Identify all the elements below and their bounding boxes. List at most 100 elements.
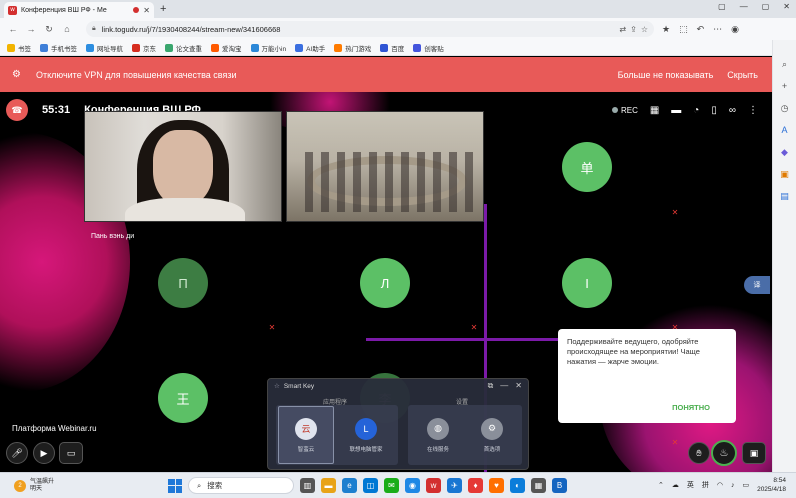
translate-icon[interactable]: ⇄ — [619, 25, 626, 34]
window-controls: ▢ — ▢ ✕ — [718, 2, 790, 11]
leave-call-button[interactable]: ☎ — [6, 99, 28, 121]
extensions-icon[interactable]: ⬚ — [679, 24, 688, 35]
feishu-icon[interactable]: ✈ — [447, 478, 462, 493]
participant-avatar[interactable]: 王 — [158, 373, 208, 423]
browser-logo-icon[interactable]: ◉ — [731, 24, 739, 35]
ime-english[interactable]: 英 — [687, 480, 694, 490]
bookmark-item[interactable]: 手机书签 — [40, 43, 77, 53]
history-icon[interactable]: ◷ — [779, 102, 791, 114]
chat-icon[interactable]: ▬ — [671, 105, 681, 116]
dont-show-again-button[interactable]: Больше не показывать — [618, 70, 714, 80]
file-explorer-icon[interactable]: ▬ — [321, 478, 336, 493]
cloud-sync-icon[interactable]: ☁ — [672, 481, 679, 489]
share-icon[interactable]: ⇪ — [630, 25, 637, 34]
bookmark-item[interactable]: 热门游戏 — [334, 43, 371, 53]
document-icon[interactable]: ▤ — [779, 190, 791, 202]
windows-start-icon[interactable] — [168, 478, 182, 493]
popup-message: Поддерживайте ведущего, одобряйте происх… — [567, 337, 700, 366]
bookmark-item[interactable]: 爱淘宝 — [211, 43, 242, 53]
minimize-button[interactable]: — — [740, 2, 748, 11]
participant-avatar[interactable]: П — [158, 258, 208, 308]
microphone-button[interactable]: 🎤︎ — [6, 442, 28, 464]
app-icon[interactable]: B — [552, 478, 567, 493]
weather-alert-icon: 2 — [14, 479, 26, 492]
bookmark-item[interactable]: AI助手 — [295, 43, 325, 53]
new-tab-button[interactable]: + — [160, 3, 166, 15]
participant-name-label: Пань вэнь ди — [91, 233, 135, 240]
favorites-icon[interactable]: ★ — [662, 24, 670, 35]
participant-video[interactable] — [84, 111, 282, 222]
browser-tab[interactable]: w Конференция ВШ РФ - Ме ✕ — [4, 2, 154, 18]
participant-avatar[interactable]: І — [562, 258, 612, 308]
hide-banner-button[interactable]: Скрыть — [727, 70, 758, 80]
tab-list-icon[interactable]: ▢ — [718, 2, 726, 11]
edge-browser-icon[interactable]: e — [342, 478, 357, 493]
favorite-star-icon[interactable]: ☆ — [641, 25, 648, 34]
app-icon[interactable]: ◐ — [510, 478, 525, 493]
webinar-app-icon[interactable]: w — [426, 478, 441, 493]
app-icon[interactable]: ▦ — [531, 478, 546, 493]
mic-muted-icon: ✕ — [268, 323, 276, 332]
app-icon[interactable]: ♦ — [468, 478, 483, 493]
clock[interactable]: 8:54 2025/4/18 — [757, 476, 786, 494]
meeting-room-video[interactable] — [286, 111, 484, 222]
app-lenovo-manager[interactable]: L 联想电脑管家 — [338, 406, 394, 464]
settings-more-icon[interactable]: ⋯ — [713, 24, 722, 35]
participant-avatar[interactable]: 单 — [562, 142, 612, 192]
refresh-icon[interactable]: ↻ — [42, 24, 56, 35]
maximize-button[interactable]: ▢ — [762, 2, 770, 11]
minimize-icon[interactable]: — — [500, 381, 508, 391]
bookmark-item[interactable]: 万能小in — [250, 43, 286, 53]
url-input[interactable]: 🔒︎ link.togudv.ru/j/7/1930408244/stream-… — [86, 21, 654, 37]
app-zhimanyun[interactable]: 云 智蛮云 — [278, 406, 334, 464]
tab-close-button[interactable]: ✕ — [143, 6, 150, 15]
link-icon[interactable]: ∞ — [729, 105, 736, 116]
participant-avatar[interactable]: Л — [360, 258, 410, 308]
ai-icon[interactable]: A — [779, 124, 791, 136]
bookmark-item[interactable]: 论文查重 — [165, 43, 202, 53]
bookmark-star-icon — [7, 43, 15, 52]
raise-hand-button[interactable]: ✋︎ — [688, 442, 710, 464]
shopping-icon[interactable]: ▣ — [779, 168, 791, 180]
more-vertical-icon[interactable]: ⋮ — [748, 105, 758, 116]
layout-button[interactable]: ▣ — [742, 442, 766, 464]
tray-expand-icon[interactable]: ⌃ — [658, 481, 664, 489]
close-icon[interactable]: ✕ — [515, 381, 522, 391]
taskbar-search-input[interactable]: ⌕ 搜索 — [188, 477, 294, 494]
file-icon[interactable]: ▯ — [711, 105, 717, 116]
translate-badge[interactable]: 译 — [744, 276, 770, 294]
close-window-button[interactable]: ✕ — [783, 2, 790, 11]
undo-icon[interactable]: ↶ — [697, 24, 705, 35]
bookmark-item[interactable]: 创客贴 — [413, 43, 444, 53]
popout-icon[interactable]: ⧉ — [488, 381, 494, 391]
search-icon[interactable]: ⌕ — [779, 58, 791, 70]
battery-icon[interactable]: ▭ — [742, 481, 749, 489]
setting-online-service[interactable]: ◍ 在线服务 — [410, 406, 466, 464]
browser-app-icon[interactable]: ◉ — [405, 478, 420, 493]
bookmark-item[interactable]: 百度 — [380, 43, 404, 53]
app-icon[interactable]: ♥ — [489, 478, 504, 493]
wifi-icon[interactable]: ◠ — [717, 481, 723, 489]
screen-share-button[interactable]: ▭ — [59, 442, 83, 464]
camera-button[interactable]: ▶ — [33, 442, 55, 464]
forward-icon[interactable]: → — [24, 24, 38, 34]
back-icon[interactable]: ← — [6, 24, 20, 34]
game-icon[interactable]: ◆ — [779, 146, 791, 158]
task-view-icon[interactable]: ▥ — [300, 478, 315, 493]
participants-icon[interactable]: ◔ — [693, 105, 699, 116]
add-icon[interactable]: + — [779, 80, 791, 92]
popup-ok-button[interactable]: ПОНЯТНО — [672, 403, 710, 413]
reaction-flame-button[interactable]: ♨ — [711, 440, 737, 466]
store-icon[interactable]: ◫ — [363, 478, 378, 493]
bookmark-item[interactable]: 京东 — [132, 43, 156, 53]
bookmark-icon — [165, 43, 173, 52]
volume-icon[interactable]: ♪ — [731, 482, 735, 489]
agenda-icon[interactable]: ▦ — [650, 105, 659, 116]
ime-pinyin[interactable]: 拼 — [702, 480, 709, 490]
weather-widget[interactable]: 2 气温飙升 明天 — [14, 479, 54, 493]
home-icon[interactable]: ⌂ — [60, 24, 74, 34]
wechat-icon[interactable]: ✉ — [384, 478, 399, 493]
bookmark-item[interactable]: 书签 — [7, 43, 31, 53]
bookmark-item[interactable]: 网址导航 — [86, 43, 123, 53]
setting-preferences[interactable]: ⚙ 首选项 — [464, 406, 520, 464]
